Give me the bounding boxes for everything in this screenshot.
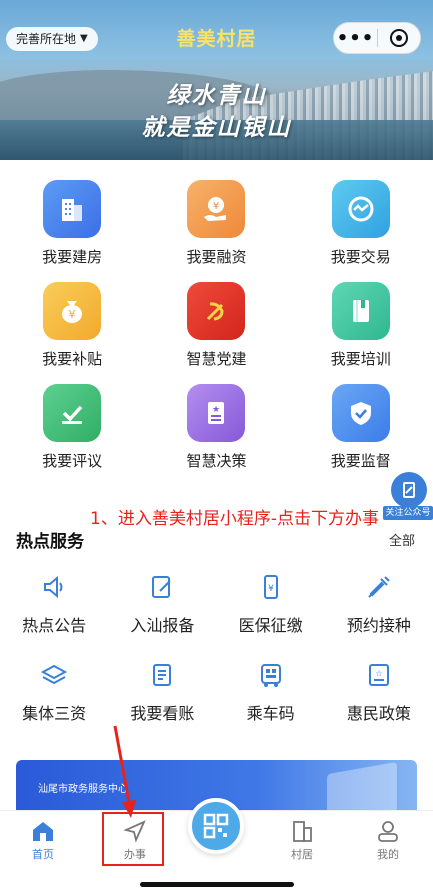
annotation-arrow: [113, 725, 136, 818]
home-indicator: [140, 882, 294, 887]
